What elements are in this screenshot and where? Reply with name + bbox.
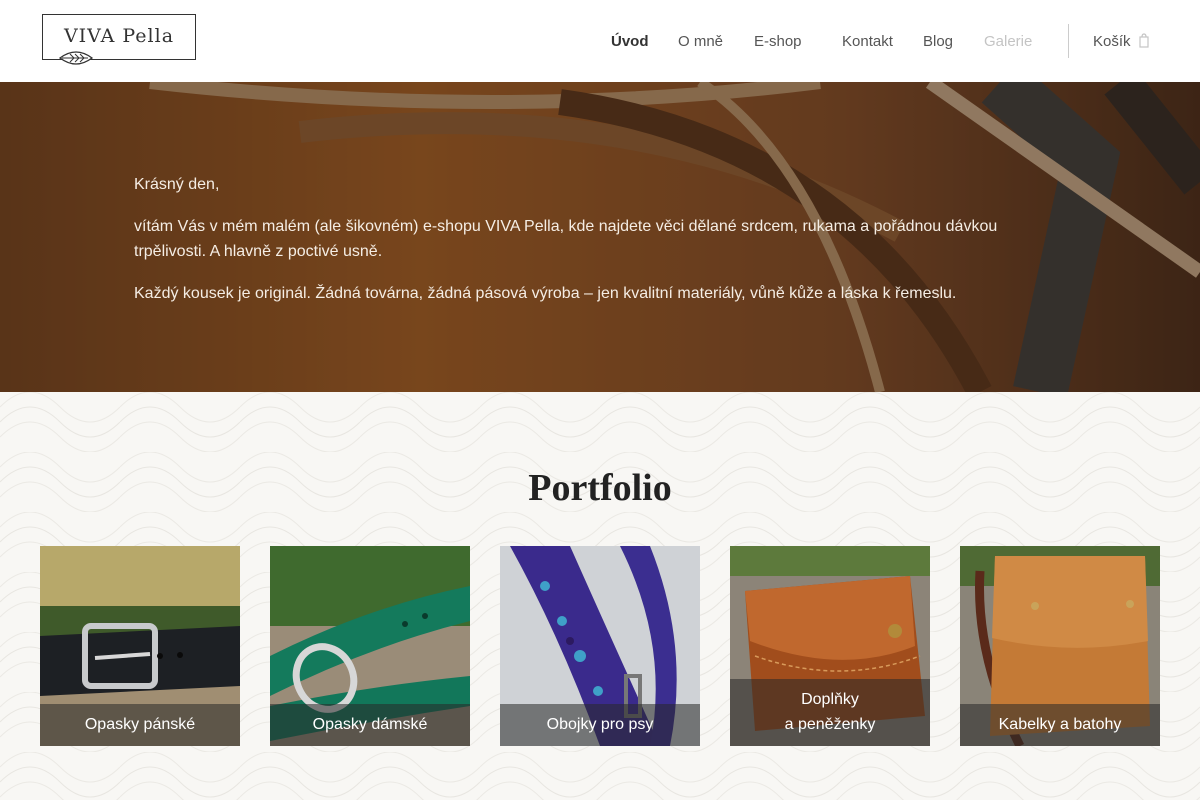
hero-original: Každý kousek je originál. Žádná továrna,…: [134, 285, 957, 302]
nav-divider: [1068, 24, 1069, 58]
portfolio-card-accessories-wallets[interactable]: Doplňky a peněženky: [730, 546, 930, 746]
cart-link[interactable]: Košík: [1093, 33, 1131, 50]
nav-item-galerie[interactable]: Galerie: [984, 33, 1032, 50]
card-label-line2: a peněženky: [784, 716, 876, 733]
cart-icon[interactable]: [1139, 33, 1149, 48]
portfolio-card-womens-belts[interactable]: Opasky dámské: [270, 546, 470, 746]
card-label: Obojky pro psy: [500, 704, 700, 746]
nav-item-kontakt[interactable]: Kontakt: [842, 33, 893, 50]
card-label: Doplňky a peněženky: [730, 679, 930, 746]
hero-greeting: Krásný den,: [134, 176, 220, 193]
nav-item-blog[interactable]: Blog: [923, 33, 953, 50]
card-label: Kabelky a batohy: [960, 704, 1160, 746]
portfolio-card-mens-belts[interactable]: Opasky pánské: [40, 546, 240, 746]
site-header: VIVA Pella Úvod O mně E-shop Kontakt Blo…: [0, 0, 1200, 82]
main-nav: Úvod O mně E-shop Kontakt Blog Galerie K…: [0, 33, 1200, 53]
card-label: Opasky dámské: [270, 704, 470, 746]
portfolio-card-bags-backpacks[interactable]: Kabelky a batohy: [960, 546, 1160, 746]
portfolio-card-dog-collars[interactable]: Obojky pro psy: [500, 546, 700, 746]
card-label-line1: Doplňky: [801, 691, 859, 708]
hero-section: Krásný den, vítám Vás v mém malém (ale š…: [0, 82, 1200, 392]
portfolio-title: Portfolio: [528, 467, 672, 509]
card-label: Opasky pánské: [40, 704, 240, 746]
hero-intro: vítám Vás v mém malém (ale šikovném) e-s…: [134, 218, 998, 260]
nav-item-e-shop[interactable]: E-shop: [754, 33, 802, 50]
nav-item-o-mne[interactable]: O mně: [678, 33, 723, 50]
nav-item-uvod[interactable]: Úvod: [611, 33, 649, 50]
portfolio-section: Portfolio Opasky pánské Opasky dámské Ob…: [0, 392, 1200, 800]
hero-text: Krásný den, vítám Vás v mém malém (ale š…: [134, 172, 1034, 323]
